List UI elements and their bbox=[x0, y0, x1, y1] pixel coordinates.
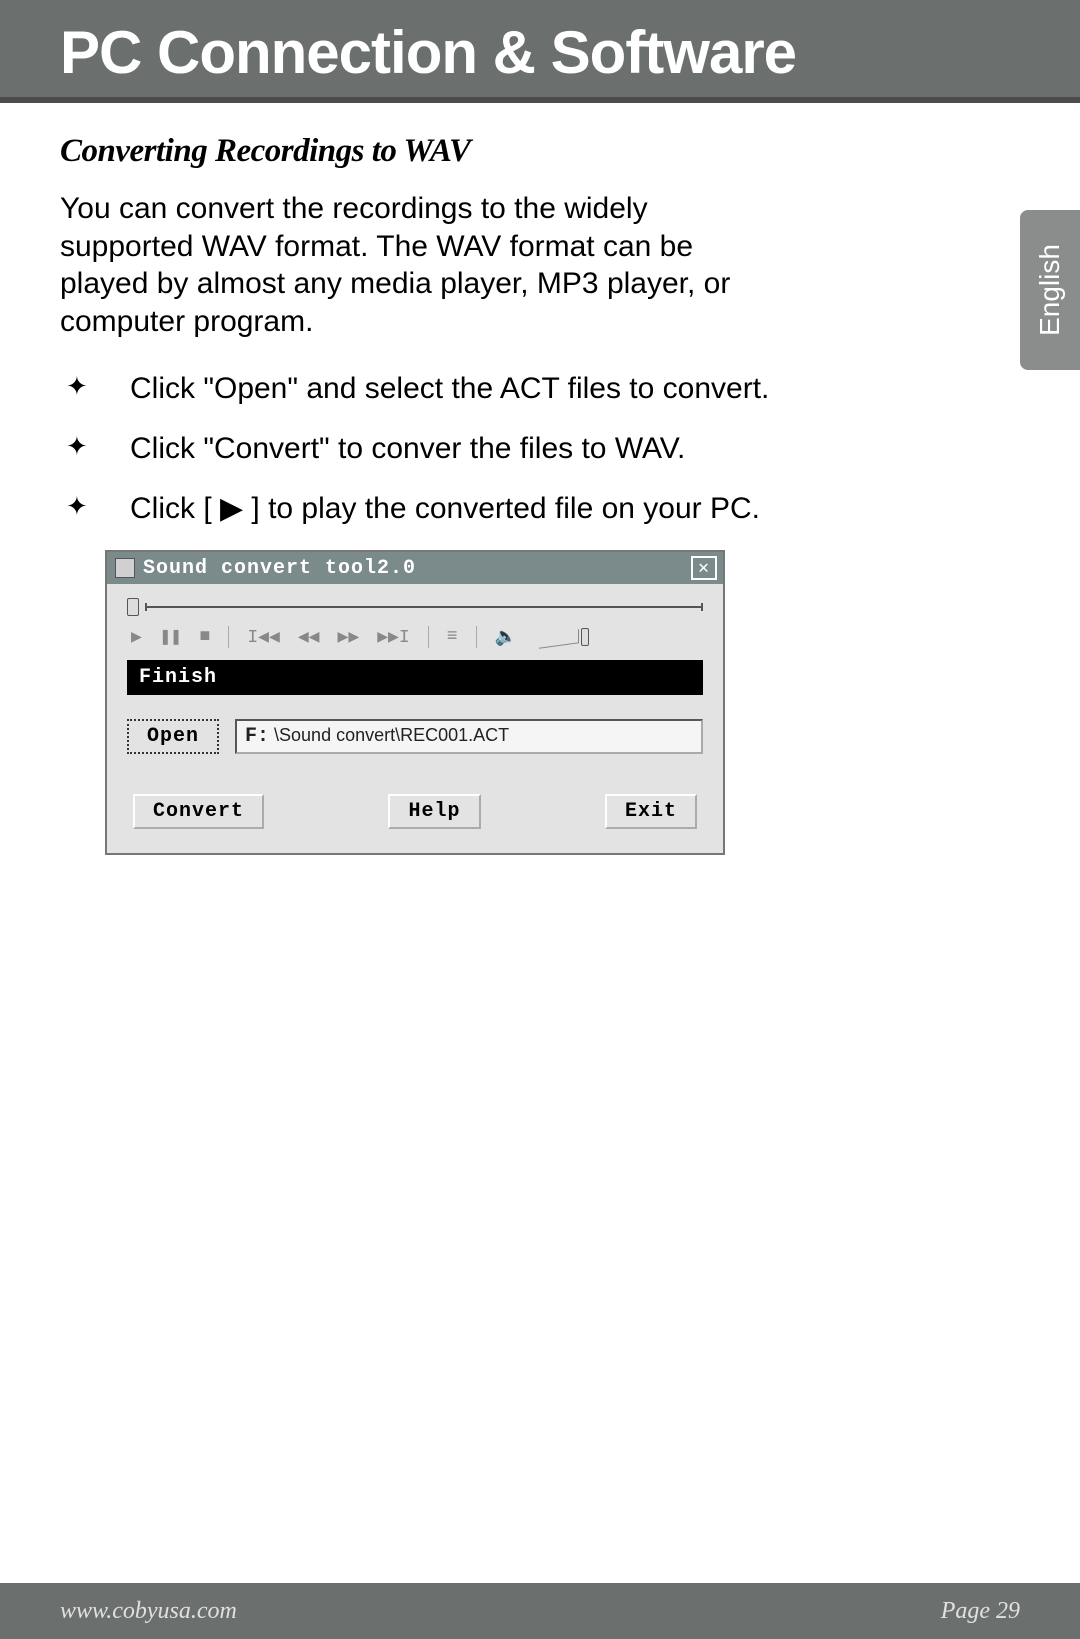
star-icon: ✦ bbox=[60, 428, 130, 464]
volume-thumb-icon[interactable] bbox=[581, 628, 589, 646]
transport-controls: ▶ ❚❚ ■ I◀◀ ◀◀ ▶▶ ▶▶I ≡ 🔈 bbox=[127, 626, 703, 648]
forward-icon[interactable]: ▶▶ bbox=[338, 626, 360, 648]
open-button[interactable]: Open bbox=[127, 719, 219, 754]
language-tab[interactable]: English bbox=[1020, 210, 1080, 370]
star-icon: ✦ bbox=[60, 488, 130, 524]
bullet-text: Click "Convert" to conver the files to W… bbox=[130, 428, 685, 470]
list-item: ✦ Click "Convert" to conver the files to… bbox=[60, 428, 770, 470]
app-icon bbox=[115, 558, 135, 578]
stop-icon[interactable]: ■ bbox=[200, 627, 211, 647]
speaker-icon[interactable]: 🔈 bbox=[495, 626, 517, 648]
bullet-text: Click "Open" and select the ACT files to… bbox=[130, 368, 769, 410]
bullet-list: ✦ Click "Open" and select the ACT files … bbox=[60, 368, 770, 530]
page-header: PC Connection & Software bbox=[0, 0, 1080, 103]
page-footer: www.cobyusa.com Page 29 bbox=[0, 1583, 1080, 1639]
path-rest: \Sound convert\REC001.ACT bbox=[269, 725, 509, 745]
play-icon[interactable]: ▶ bbox=[131, 626, 142, 648]
skip-start-icon[interactable]: I◀◀ bbox=[247, 626, 279, 648]
dialog-title-text: Sound convert tool2.0 bbox=[143, 557, 416, 580]
pause-icon[interactable]: ❚❚ bbox=[160, 626, 182, 648]
footer-url: www.cobyusa.com bbox=[60, 1598, 237, 1625]
convert-button[interactable]: Convert bbox=[133, 794, 264, 829]
dialog-titlebar: Sound convert tool2.0 ✕ bbox=[107, 552, 723, 584]
seek-bar[interactable] bbox=[127, 598, 703, 616]
content-area: Converting Recordings to WAV You can con… bbox=[0, 103, 830, 855]
list-item: ✦ Click "Open" and select the ACT files … bbox=[60, 368, 770, 410]
bullet-text: Click [ ▶ ] to play the converted file o… bbox=[130, 488, 760, 530]
rewind-icon[interactable]: ◀◀ bbox=[298, 626, 320, 648]
status-bar: Finish bbox=[127, 660, 703, 695]
page-title: PC Connection & Software bbox=[60, 18, 1080, 87]
section-paragraph: You can convert the recordings to the wi… bbox=[60, 190, 770, 340]
path-drive: F: bbox=[245, 725, 269, 748]
skip-end-icon[interactable]: ▶▶I bbox=[377, 626, 409, 648]
close-icon[interactable]: ✕ bbox=[691, 556, 717, 580]
seek-thumb-icon[interactable] bbox=[127, 598, 139, 616]
dialog-screenshot: Sound convert tool2.0 ✕ ▶ ❚❚ ■ I◀◀ ◀◀ ▶▶ bbox=[60, 550, 770, 855]
footer-page: Page 29 bbox=[941, 1598, 1020, 1625]
volume-slider[interactable] bbox=[539, 628, 589, 646]
list-item: ✦ Click [ ▶ ] to play the converted file… bbox=[60, 488, 770, 530]
language-label: English bbox=[1034, 244, 1066, 336]
file-path-field[interactable]: F: \Sound convert\REC001.ACT bbox=[235, 719, 703, 754]
exit-button[interactable]: Exit bbox=[605, 794, 697, 829]
help-button[interactable]: Help bbox=[388, 794, 480, 829]
section-heading: Converting Recordings to WAV bbox=[60, 133, 770, 170]
sound-convert-dialog: Sound convert tool2.0 ✕ ▶ ❚❚ ■ I◀◀ ◀◀ ▶▶ bbox=[105, 550, 725, 855]
star-icon: ✦ bbox=[60, 368, 130, 404]
playlist-icon[interactable]: ≡ bbox=[447, 627, 458, 647]
